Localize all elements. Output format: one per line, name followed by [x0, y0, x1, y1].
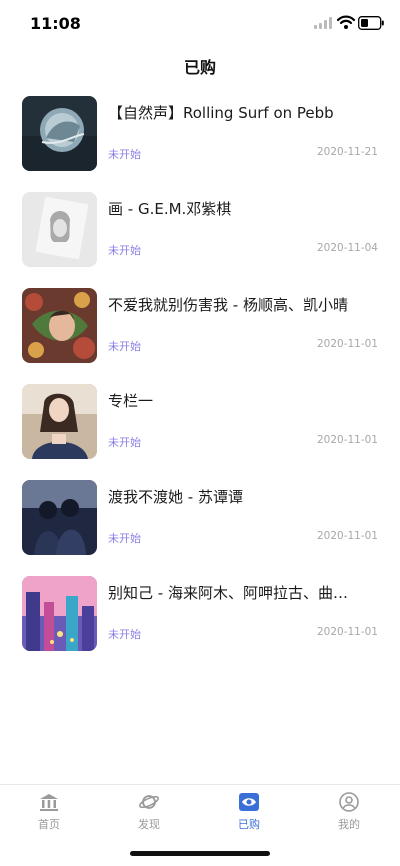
portrait-cover-image [22, 384, 97, 459]
sketch-cover-image [22, 192, 97, 267]
tab-label: 发现 [138, 818, 160, 831]
tab-purchased[interactable]: 已购 [219, 791, 279, 837]
item-title: 渡我不渡她 - 苏谭谭 [108, 488, 243, 506]
wifi-icon [337, 15, 355, 29]
tab-label: 我的 [338, 818, 360, 831]
purchase-date: 2020-11-21 [316, 146, 378, 158]
list-item[interactable]: 别知己 - 海来阿木、阿呷拉古、曲… 未开始 2020-11-01 [0, 573, 400, 653]
item-title: 画 - G.E.M.邓紫棋 [108, 200, 232, 218]
status-badge: 未开始 [108, 436, 141, 449]
status-badge: 未开始 [108, 628, 141, 641]
page-title: 已购 [183, 58, 216, 77]
home-indicator [130, 851, 270, 856]
purchase-date: 2020-11-01 [316, 626, 378, 638]
list-item[interactable]: 画 - G.E.M.邓紫棋 未开始 2020-11-04 [0, 189, 400, 269]
floral-cover-image [22, 288, 97, 363]
list-item[interactable]: 渡我不渡她 - 苏谭谭 未开始 2020-11-01 [0, 477, 400, 557]
item-title: 不爱我就别伤害我 - 杨顺高、凯小晴 [108, 296, 348, 314]
list-item[interactable]: 专栏一 未开始 2020-11-01 [0, 381, 400, 461]
status-badge: 未开始 [108, 340, 141, 353]
planet-icon [139, 795, 159, 809]
status-time: 11:08 [30, 14, 81, 33]
status-badge: 未开始 [108, 532, 141, 545]
item-title: 专栏一 [108, 392, 154, 410]
tab-label: 已购 [238, 818, 260, 831]
status-badge: 未开始 [108, 148, 141, 161]
tab-label: 首页 [38, 818, 60, 831]
status-badge: 未开始 [108, 244, 141, 257]
purchased-icon [239, 793, 259, 811]
user-icon [339, 792, 359, 812]
list-item[interactable]: 不爱我就别伤害我 - 杨顺高、凯小晴 未开始 2020-11-01 [0, 285, 400, 365]
bank-icon [40, 794, 58, 811]
item-title: 【自然声】Rolling Surf on Pebb [108, 104, 334, 122]
status-bar: 11:08 [0, 0, 400, 46]
list-item[interactable]: 【自然声】Rolling Surf on Pebb 未开始 2020-11-21 [0, 93, 400, 173]
purchase-date: 2020-11-01 [316, 338, 378, 350]
purchase-date: 2020-11-04 [316, 242, 378, 254]
tab-discover[interactable]: 发现 [119, 791, 179, 837]
couple-cover-image [22, 480, 97, 555]
tab-home[interactable]: 首页 [19, 791, 79, 837]
tab-profile[interactable]: 我的 [319, 791, 379, 837]
battery-icon [358, 16, 384, 30]
ocean-cover-image [22, 96, 97, 171]
signal-icon [314, 17, 332, 29]
city-cover-image [22, 576, 97, 651]
purchase-date: 2020-11-01 [316, 434, 378, 446]
item-title: 别知己 - 海来阿木、阿呷拉古、曲… [108, 584, 348, 602]
purchase-date: 2020-11-01 [316, 530, 378, 542]
